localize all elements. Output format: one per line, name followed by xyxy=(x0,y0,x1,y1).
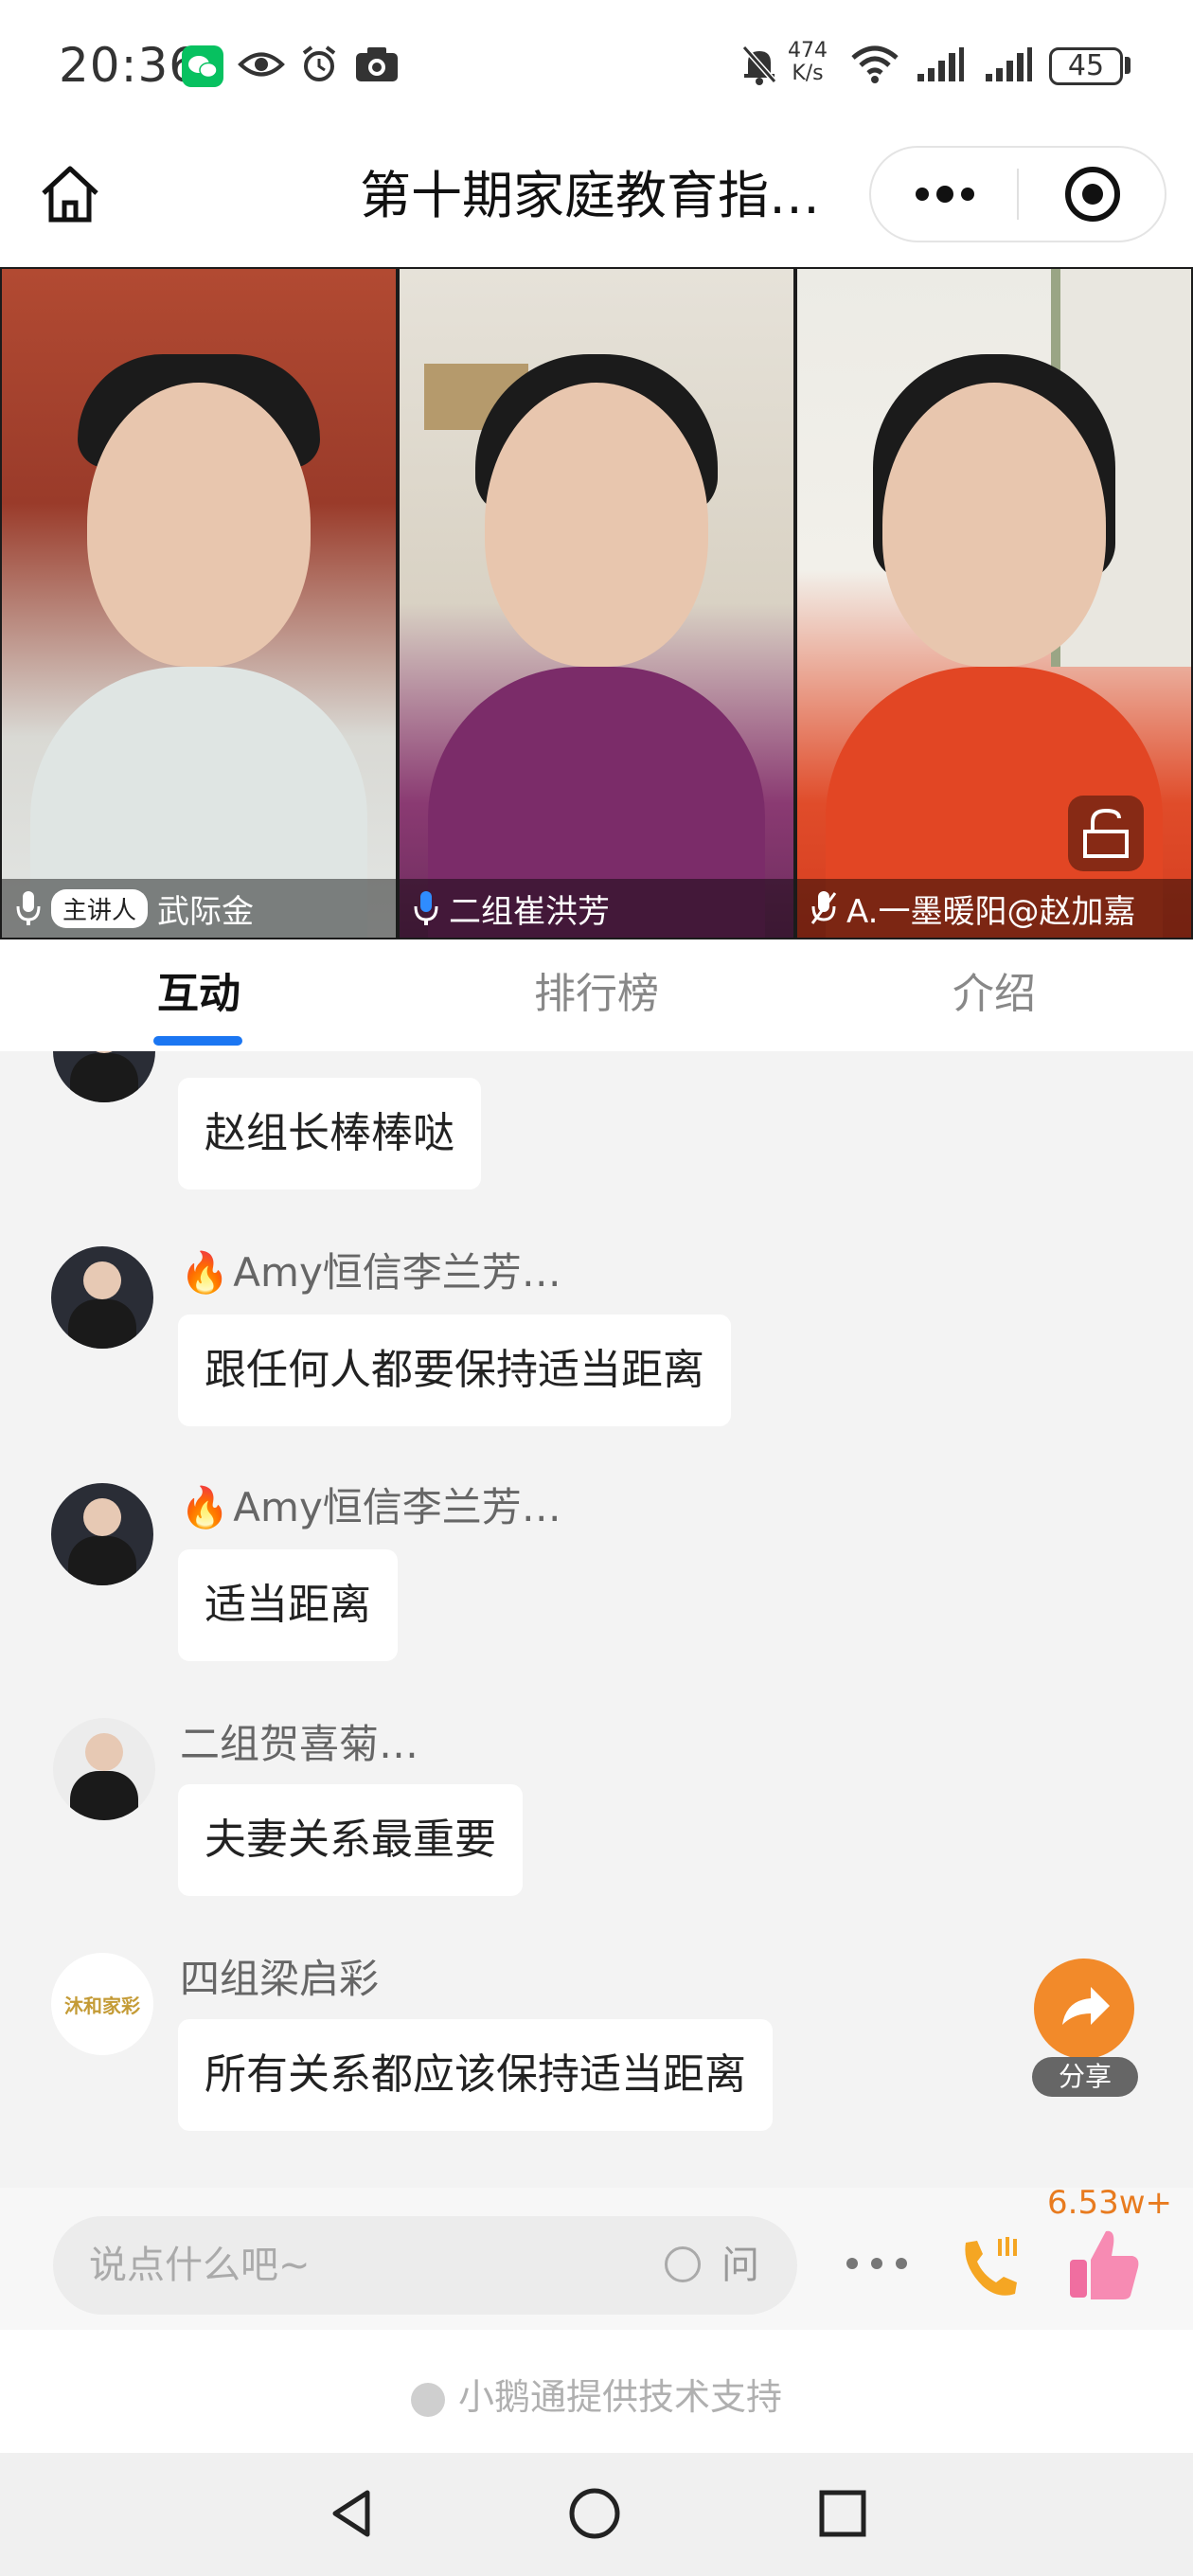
participant-name: A.一墨暖阳@赵加嘉 xyxy=(846,892,1136,931)
xiaoe-logo-icon xyxy=(410,2382,445,2417)
camera-icon xyxy=(352,40,401,89)
wifi-icon xyxy=(848,40,901,89)
wechat-icon xyxy=(182,45,223,87)
video-tile-participant[interactable]: 二组崔洪芳 xyxy=(400,269,793,938)
mute-bell-icon xyxy=(739,40,780,89)
support-text: 小鹅通提供技术支持 xyxy=(457,2376,782,2418)
tab-leaderboard[interactable]: 排行榜 xyxy=(454,957,739,1032)
recent-apps-icon[interactable] xyxy=(812,2483,873,2544)
signal-icon xyxy=(983,40,1034,89)
mic-icon xyxy=(16,891,41,925)
signal-icon xyxy=(915,40,966,89)
share-label[interactable]: 分享 xyxy=(1032,2057,1138,2097)
share-arrow-icon xyxy=(1062,1987,1110,2025)
mic-muted-icon xyxy=(810,891,837,924)
sender-name: 二组贺喜菊… xyxy=(180,1721,419,1767)
host-badge: 主讲人 xyxy=(51,888,149,928)
home-circle-icon[interactable] xyxy=(564,2483,625,2544)
active-tab-indicator xyxy=(153,1036,242,1046)
comment-placeholder[interactable]: 说点什么吧~ xyxy=(89,2237,311,2294)
video-name-bar: 主讲人 武际金 xyxy=(2,879,396,938)
chat-bubble[interactable]: 跟任何人都要保持适当距离 xyxy=(178,1315,731,1426)
eye-icon xyxy=(237,40,286,89)
sender-name: 🔥Amy恒信李兰芳… xyxy=(180,1249,561,1296)
chat-bubble[interactable]: 适当距离 xyxy=(178,1549,398,1661)
page-title: 第十期家庭教育指… xyxy=(360,166,820,225)
ask-toggle-icon[interactable] xyxy=(665,2246,701,2282)
sender-name: 🔥Amy恒信李兰芳… xyxy=(180,1484,561,1530)
participant-name: 二组崔洪芳 xyxy=(449,892,610,931)
fire-icon: 🔥 xyxy=(180,1484,230,1530)
video-name-bar: 二组崔洪芳 xyxy=(400,879,793,938)
avatar[interactable] xyxy=(53,1718,155,1820)
sender-name: 四组梁启彩 xyxy=(180,1956,380,2002)
ask-label[interactable]: 问 xyxy=(721,2237,759,2294)
avatar-logo-text: 沐和家彩 xyxy=(64,1995,140,2017)
chat-list[interactable]: 赵组长棒棒哒 🔥Amy恒信李兰芳… 跟任何人都要保持适当距离 🔥Amy恒信李兰芳… xyxy=(0,1051,1193,2188)
back-icon[interactable] xyxy=(322,2483,383,2544)
alarm-icon xyxy=(297,40,341,89)
participant-name: 武际金 xyxy=(157,892,255,931)
speaker-face xyxy=(87,383,311,667)
battery-tip xyxy=(1125,57,1131,74)
home-icon[interactable] xyxy=(32,157,108,233)
chat-bubble[interactable]: 所有关系都应该保持适当距离 xyxy=(178,2019,773,2131)
avatar[interactable] xyxy=(51,1483,153,1585)
mic-icon xyxy=(414,891,438,925)
like-count: 6.53w+ xyxy=(1047,2184,1172,2222)
participant-face xyxy=(882,383,1106,667)
phone-call-icon[interactable] xyxy=(951,2227,1030,2307)
chat-bubble[interactable]: 赵组长棒棒哒 xyxy=(178,1078,481,1190)
status-time: 20:36 xyxy=(59,38,201,93)
capsule-divider xyxy=(1017,169,1019,220)
more-options-icon[interactable] xyxy=(837,2245,917,2282)
rotate-camera-icon[interactable] xyxy=(1068,796,1144,871)
fire-icon: 🔥 xyxy=(180,1249,230,1296)
tab-intro[interactable]: 介绍 xyxy=(852,957,1136,1032)
record-icon[interactable] xyxy=(1057,163,1129,225)
participant-face xyxy=(485,383,708,667)
tab-interaction[interactable]: 互动 xyxy=(57,957,341,1032)
video-tile-participant[interactable]: A.一墨暖阳@赵加嘉 xyxy=(797,269,1191,938)
chat-bubble[interactable]: 夫妻关系最重要 xyxy=(178,1784,523,1896)
tech-support-footer: 小鹅通提供技术支持 xyxy=(0,2364,1193,2430)
video-tile-speaker[interactable]: 主讲人 武际金 xyxy=(2,269,396,938)
net-speed: 474 K/s xyxy=(788,39,828,85)
thumbs-up-icon[interactable] xyxy=(1064,2222,1144,2305)
battery-level: 45 xyxy=(1067,49,1105,82)
battery-icon: 45 xyxy=(1049,47,1123,85)
avatar[interactable] xyxy=(51,1246,153,1349)
video-name-bar: A.一墨暖阳@赵加嘉 xyxy=(797,879,1191,938)
logo-avatar[interactable]: 沐和家彩 xyxy=(51,1953,153,2055)
more-dots-icon[interactable] xyxy=(894,167,996,222)
avatar[interactable] xyxy=(53,1051,155,1102)
share-button[interactable] xyxy=(1034,1959,1134,2059)
